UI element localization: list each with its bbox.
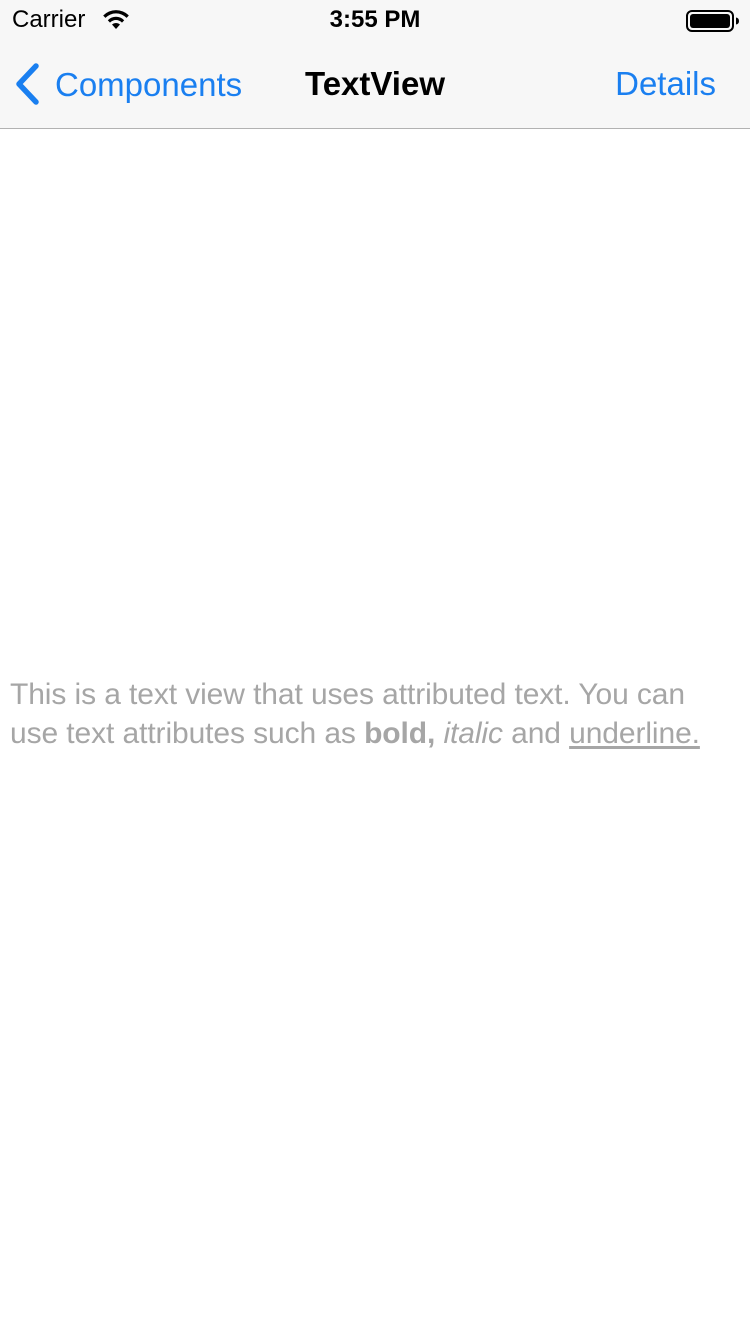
text-underline: underline. bbox=[569, 717, 700, 750]
attributed-text-view[interactable]: This is a text view that uses attributed… bbox=[10, 675, 730, 753]
back-button-label: Components bbox=[55, 65, 243, 103]
status-bar: Carrier 3:55 PM bbox=[0, 0, 750, 40]
text-and: and bbox=[502, 717, 570, 750]
screen: Carrier 3:55 PM Components TextView Deta… bbox=[0, 0, 750, 1334]
navigation-bar: Components TextView Details bbox=[0, 40, 750, 129]
text-bold: bold, bbox=[364, 717, 436, 750]
content-area: This is a text view that uses attributed… bbox=[0, 129, 750, 1334]
back-button[interactable]: Components bbox=[14, 40, 242, 128]
details-button[interactable]: Details bbox=[615, 40, 716, 128]
time-label: 3:55 PM bbox=[329, 6, 421, 33]
text-italic: italic bbox=[443, 717, 503, 750]
chevron-left-icon bbox=[16, 63, 39, 105]
battery-full-icon bbox=[686, 10, 739, 32]
